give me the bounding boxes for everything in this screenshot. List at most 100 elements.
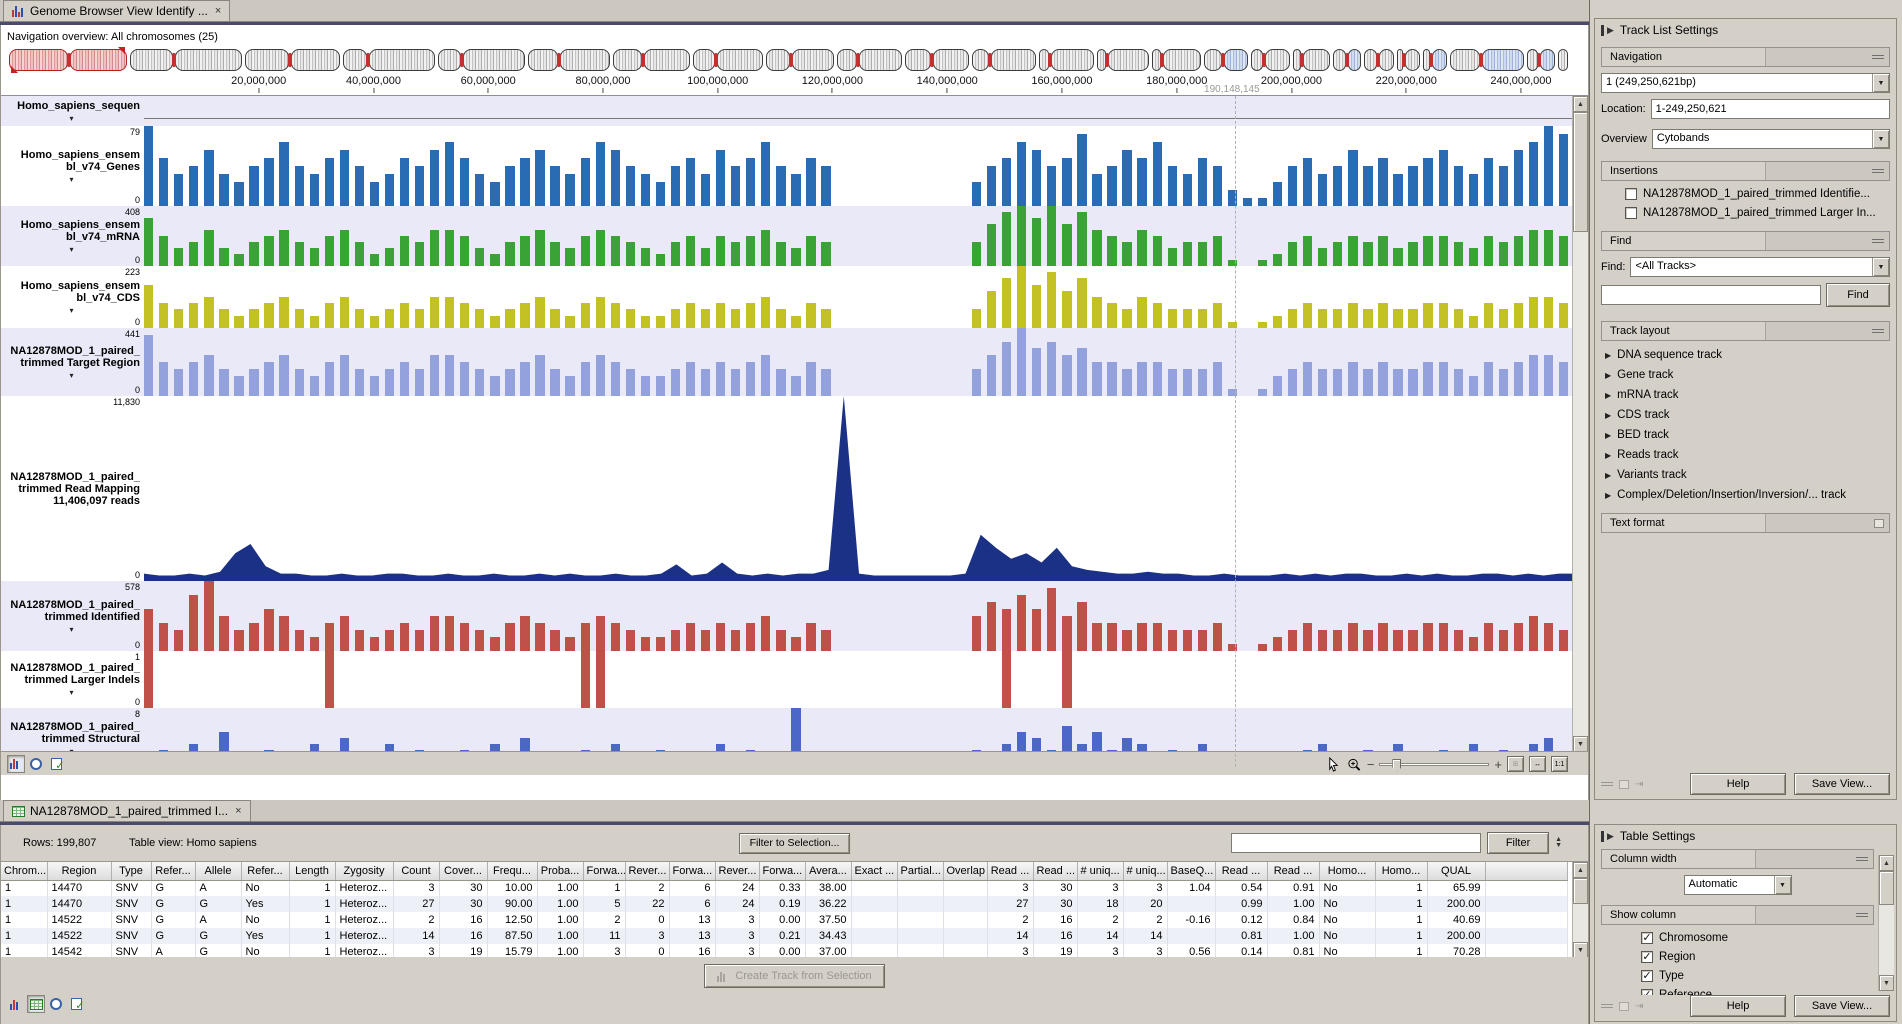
column-header[interactable]: Allele bbox=[195, 862, 241, 880]
chromosome-ideogram-13[interactable] bbox=[1039, 49, 1094, 71]
track-dropdown-icon[interactable]: ▾ bbox=[3, 245, 140, 254]
track-layout-item[interactable]: ▶mRNA track bbox=[1605, 389, 1890, 401]
table-cell[interactable]: 3 bbox=[1077, 880, 1123, 896]
table-cell[interactable]: 2 bbox=[987, 912, 1033, 928]
track-layout-item[interactable]: ▶CDS track bbox=[1605, 409, 1890, 421]
table-cell[interactable]: 2 bbox=[625, 880, 669, 896]
table-cell[interactable]: 2 bbox=[1123, 912, 1167, 928]
table-cell[interactable]: 1 bbox=[1, 912, 47, 928]
chevron-down-icon[interactable]: ▼ bbox=[1872, 130, 1889, 148]
table-cell[interactable]: G bbox=[151, 896, 195, 912]
column-header[interactable]: Length bbox=[289, 862, 335, 880]
checkbox-unchecked[interactable] bbox=[1625, 207, 1637, 219]
collapse-group-icon[interactable] bbox=[1872, 169, 1884, 173]
column-header[interactable]: Forwa... bbox=[583, 862, 625, 880]
chromosome-ideogram-17[interactable] bbox=[1251, 49, 1290, 71]
table-cell[interactable]: 0.54 bbox=[1215, 880, 1267, 896]
table-cell[interactable]: SNV bbox=[111, 944, 151, 957]
table-cell[interactable] bbox=[1167, 928, 1215, 944]
table-cell[interactable]: A bbox=[195, 880, 241, 896]
table-cell[interactable]: 65.99 bbox=[1427, 880, 1485, 896]
track-dropdown-icon[interactable]: ▾ bbox=[3, 688, 140, 697]
table-cell[interactable]: No bbox=[241, 912, 289, 928]
show-column-option[interactable]: ✓Type bbox=[1641, 970, 1874, 982]
table-cell[interactable]: No bbox=[241, 880, 289, 896]
text-format-group-header[interactable]: Text format bbox=[1601, 513, 1890, 533]
table-cell[interactable]: 0.81 bbox=[1215, 928, 1267, 944]
tab-variant-table[interactable]: NA12878MOD_1_paired_trimmed I... × bbox=[3, 800, 251, 821]
column-header[interactable]: Type bbox=[111, 862, 151, 880]
table-cell[interactable]: No bbox=[1319, 928, 1375, 944]
table-cell[interactable] bbox=[943, 880, 987, 896]
table-cell[interactable]: 0.00 bbox=[759, 912, 805, 928]
checkbox-checked[interactable]: ✓ bbox=[1641, 951, 1653, 963]
fit-width-button[interactable]: ↔ bbox=[1529, 756, 1546, 772]
chromosome-ideogram-19[interactable] bbox=[1333, 49, 1361, 71]
table-cell[interactable]: 87.50 bbox=[487, 928, 537, 944]
table-cell[interactable]: 3 bbox=[393, 944, 439, 957]
collapse-group-icon[interactable] bbox=[1856, 913, 1868, 917]
table-cell[interactable]: 1 bbox=[289, 880, 335, 896]
table-cell[interactable]: 13 bbox=[669, 912, 715, 928]
table-cell[interactable]: No bbox=[241, 944, 289, 957]
panel-pin-icon[interactable] bbox=[1601, 831, 1604, 842]
chromosome-ideogram-14[interactable] bbox=[1097, 49, 1149, 71]
pointer-tool-icon[interactable] bbox=[1326, 757, 1341, 772]
track-dropdown-icon[interactable]: ▾ bbox=[3, 306, 140, 315]
expand-icon[interactable]: ▶ bbox=[1605, 351, 1611, 360]
table-cell[interactable]: SNV bbox=[111, 896, 151, 912]
column-header[interactable]: Homo... bbox=[1375, 862, 1427, 880]
track-layout-item[interactable]: ▶Variants track bbox=[1605, 469, 1890, 481]
table-cell[interactable]: 200.00 bbox=[1427, 928, 1485, 944]
zoom-tool-icon[interactable] bbox=[1346, 757, 1362, 772]
table-cell[interactable]: 30 bbox=[439, 896, 487, 912]
column-header[interactable]: Exact ... bbox=[851, 862, 897, 880]
table-cell[interactable]: 14522 bbox=[47, 928, 111, 944]
table-cell[interactable] bbox=[897, 944, 943, 957]
track-plot[interactable] bbox=[144, 328, 1574, 396]
chromosome-ideogram-10[interactable] bbox=[837, 49, 902, 71]
table-cell[interactable]: Heteroz... bbox=[335, 912, 393, 928]
filter-options-chevron-icon[interactable]: ▲▼ bbox=[1555, 837, 1562, 849]
table-cell[interactable]: 14 bbox=[1123, 928, 1167, 944]
table-cell[interactable]: 6 bbox=[669, 880, 715, 896]
table-cell[interactable] bbox=[1167, 896, 1215, 912]
table-cell[interactable]: 20 bbox=[1123, 896, 1167, 912]
table-cell[interactable]: 0.99 bbox=[1215, 896, 1267, 912]
table-cell[interactable]: 14470 bbox=[47, 896, 111, 912]
track-plot[interactable] bbox=[144, 266, 1574, 328]
table-cell[interactable]: 1.00 bbox=[1267, 928, 1319, 944]
column-header[interactable]: Zygosity bbox=[335, 862, 393, 880]
column-header[interactable]: Partial... bbox=[897, 862, 943, 880]
location-input[interactable] bbox=[1651, 99, 1890, 119]
collapse-group-icon[interactable] bbox=[1872, 55, 1884, 59]
table-cell[interactable]: Yes bbox=[241, 896, 289, 912]
show-column-group-header[interactable]: Show column bbox=[1601, 905, 1874, 925]
track-label-gutter[interactable]: 11,8300NA12878MOD_1_paired_trimmed Read … bbox=[1, 396, 144, 581]
create-track-from-selection-button[interactable]: Create Track from Selection bbox=[704, 964, 884, 988]
track-layout-item[interactable]: ▶Reads track bbox=[1605, 449, 1890, 461]
table-cell[interactable]: G bbox=[195, 944, 241, 957]
scrollbar-thumb[interactable] bbox=[1879, 871, 1894, 905]
minimize-panel-icon[interactable] bbox=[1601, 782, 1613, 786]
column-header[interactable]: Proba... bbox=[537, 862, 583, 880]
table-cell[interactable]: 1 bbox=[1375, 928, 1427, 944]
track-layout-item[interactable]: ▶BED track bbox=[1605, 429, 1890, 441]
table-cell[interactable] bbox=[897, 880, 943, 896]
table-cell[interactable]: 10.00 bbox=[487, 880, 537, 896]
expand-icon[interactable]: ▶ bbox=[1605, 451, 1611, 460]
table-cell[interactable]: 0.19 bbox=[759, 896, 805, 912]
panel-collapse-icon[interactable]: ▶ bbox=[1607, 25, 1614, 36]
table-cell[interactable]: 0.81 bbox=[1267, 944, 1319, 957]
table-cell[interactable]: 1 bbox=[583, 880, 625, 896]
table-cell[interactable]: 0 bbox=[625, 944, 669, 957]
insertions-group-header[interactable]: Insertions bbox=[1601, 161, 1890, 181]
filter-input[interactable] bbox=[1231, 833, 1481, 853]
column-header[interactable]: Refer... bbox=[241, 862, 289, 880]
chromosome-ideogram-5[interactable] bbox=[438, 49, 525, 71]
table-cell[interactable]: 38.00 bbox=[805, 880, 851, 896]
insertion-track-option[interactable]: NA12878MOD_1_paired_trimmed Identifie... bbox=[1625, 188, 1890, 200]
table-cell[interactable]: SNV bbox=[111, 880, 151, 896]
table-cell[interactable]: 14 bbox=[393, 928, 439, 944]
tab-genome-browser-view[interactable]: Genome Browser View Identify ... × bbox=[3, 0, 230, 21]
